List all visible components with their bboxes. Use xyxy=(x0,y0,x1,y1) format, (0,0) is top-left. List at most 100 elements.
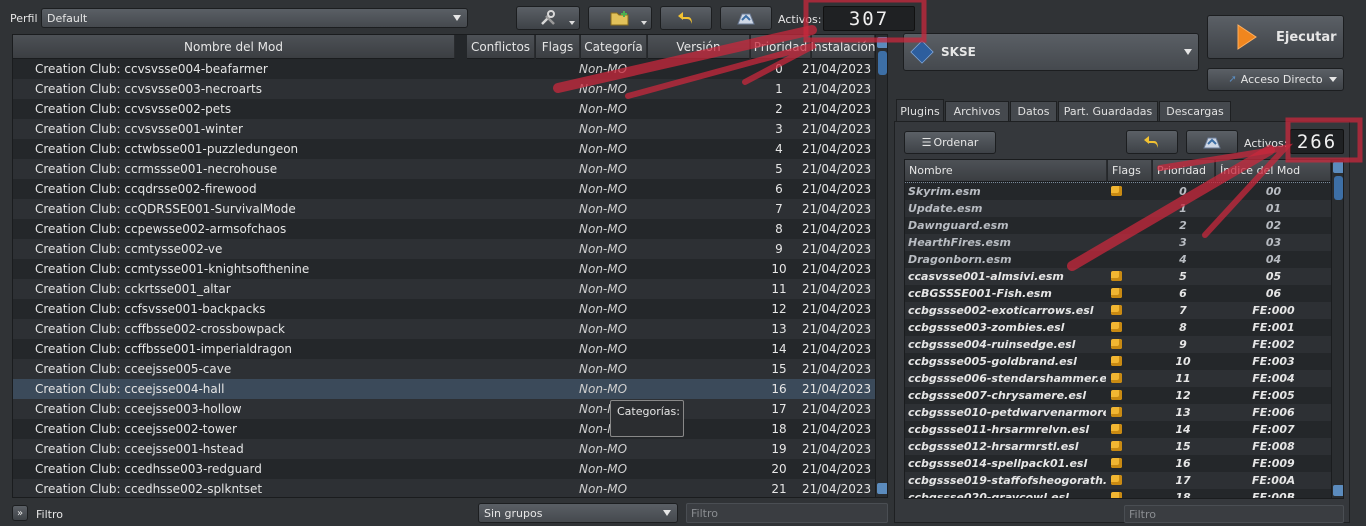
mod-row[interactable]: Creation Club: ccedhsse002-splkntset Non-… xyxy=(13,479,875,497)
mod-row[interactable]: Creation Club: ccffbsse002-crossbowpack N… xyxy=(13,319,875,339)
mod-row[interactable]: Creation Club: ccmtysse001-knightsofthen… xyxy=(13,259,875,279)
chevron-down-icon xyxy=(1184,49,1192,55)
mod-category: Non-MO xyxy=(579,482,628,496)
scroll-thumb[interactable] xyxy=(1334,176,1343,200)
mod-row[interactable]: Creation Club: ccvsvsse004-beafarmer Non-… xyxy=(13,59,875,79)
mod-row[interactable]: Creation Club: cceejsse003-hollow Non-M 17… xyxy=(13,399,875,419)
mod-row[interactable]: Creation Club: ccffbsse001-imperialdrago… xyxy=(13,339,875,359)
col-conflicts-header[interactable]: Conflictos xyxy=(467,35,535,59)
plugin-row[interactable]: ccbgssse014-spellpack01.esl 16 FE:009 xyxy=(905,455,1331,472)
mod-row[interactable]: Creation Club: ccpewsse002-armsofchaos No… xyxy=(13,219,875,239)
scroll-up-icon[interactable] xyxy=(1333,162,1343,173)
plugin-priority: 15 xyxy=(1175,440,1191,453)
plugin-row[interactable]: ccbgssse003-zombies.esl 8 FE:001 xyxy=(905,319,1331,336)
mod-filter-input[interactable]: Filtro xyxy=(686,503,888,523)
col-installation-header[interactable]: Instalación xyxy=(810,35,876,59)
mod-category: Non-MO xyxy=(579,222,628,236)
run-button[interactable]: Ejecutar xyxy=(1207,15,1344,59)
chevron-down-icon xyxy=(641,21,647,25)
mod-row[interactable]: Creation Club: cceejsse004-hall Non-MO 16 2… xyxy=(13,379,875,399)
mod-category: Non-MO xyxy=(579,82,628,96)
undo-button[interactable] xyxy=(660,6,712,30)
plugin-row[interactable]: ccbgssse006-stendarshammer.esl 11 FE:004 xyxy=(905,370,1331,387)
group-select[interactable]: Sin grupos xyxy=(478,503,678,523)
plugin-row[interactable]: ccbgssse004-ruinsedge.esl 9 FE:002 xyxy=(905,336,1331,353)
mod-row[interactable]: Creation Club: ccQDRSSE001-SurvivalMode N… xyxy=(13,199,875,219)
mod-priority: 1 xyxy=(775,82,783,96)
col-plugin-priority-header[interactable]: Prioridad xyxy=(1153,160,1215,182)
col-plugin-index-header[interactable]: Índice del Mod xyxy=(1216,160,1331,182)
mod-row[interactable]: Creation Club: cctwbsse001-puzzledungeon… xyxy=(13,139,875,159)
mod-list-scrollbar[interactable] xyxy=(875,35,887,497)
scroll-up-icon[interactable] xyxy=(877,37,887,48)
tab-plugins[interactable]: Plugins xyxy=(896,99,944,122)
sort-button[interactable]: ☰ Ordenar xyxy=(904,131,996,154)
scroll-down-icon[interactable] xyxy=(877,483,887,494)
plugin-row[interactable]: ccbgssse020-graycowl.esl 18 FE:00B xyxy=(905,489,1331,498)
plugin-name: ccbgssse007-chrysamere.esl xyxy=(908,389,1087,402)
mod-row[interactable]: Creation Club: cceejsse002-tower Non-M 18 2… xyxy=(13,419,875,439)
plugin-name: ccbgssse011-hrsarmrelvn.esl xyxy=(908,423,1090,436)
mod-installed: 21/04/2023... xyxy=(802,442,872,456)
mod-name: Creation Club: ccmtysse002-ve xyxy=(35,242,223,256)
mod-installed: 21/04/2023... xyxy=(802,222,872,236)
shortcut-button[interactable]: ➚ Acceso Directo xyxy=(1207,68,1344,91)
tab-saves[interactable]: Part. Guardadas xyxy=(1058,101,1158,121)
mod-category: Non-MO xyxy=(579,142,628,156)
plugin-list-scrollbar[interactable] xyxy=(1331,160,1343,498)
plugin-undo-button[interactable] xyxy=(1126,130,1178,154)
mod-priority: 16 xyxy=(771,382,787,396)
mod-row[interactable]: Creation Club: cckrtsse001_altar Non-MO 11… xyxy=(13,279,875,299)
plugin-priority: 0 xyxy=(1179,185,1187,198)
mod-row[interactable]: Creation Club: ccvsvsse001-winter Non-MO 3… xyxy=(13,119,875,139)
plugin-row[interactable]: ccbgssse010-petdwarvenarmore... 13 FE:006 xyxy=(905,404,1331,421)
col-priority-header[interactable]: Prioridad xyxy=(751,35,811,59)
mod-row[interactable]: Creation Club: cceejsse005-cave Non-MO 15 2… xyxy=(13,359,875,379)
scroll-down-icon[interactable] xyxy=(1333,485,1343,496)
mod-row[interactable]: Creation Club: ccedhsse003-redguard Non-M… xyxy=(13,459,875,479)
plugin-row[interactable]: Dragonborn.esm 4 04 xyxy=(905,251,1331,268)
plugin-row[interactable]: Dawnguard.esm 2 02 xyxy=(905,217,1331,234)
plugin-filter-input[interactable]: Filtro xyxy=(1124,505,1344,523)
plugin-row[interactable]: ccasvsse001-almsivi.esm 5 05 xyxy=(905,268,1331,285)
plugin-row[interactable]: ccbgssse002-exoticarrows.esl 7 FE:000 xyxy=(905,302,1331,319)
shortcut-arrow-icon: ➚ xyxy=(1228,74,1237,85)
mod-installed: 21/04/2023... xyxy=(802,462,872,476)
col-plugin-flags-header[interactable]: Flags xyxy=(1108,160,1152,182)
mod-row[interactable]: Creation Club: ccmtysse002-ve Non-MO 9 21/0… xyxy=(13,239,875,259)
expand-filter-button[interactable]: » xyxy=(12,505,28,521)
col-category-header[interactable]: Categoría xyxy=(581,35,647,59)
col-version-header[interactable]: Versión xyxy=(648,35,750,59)
plugin-row[interactable]: Skyrim.esm 0 00 xyxy=(905,182,1332,201)
mod-row[interactable]: Creation Club: ccvsvsse003-necroarts Non-… xyxy=(13,79,875,99)
plugin-row[interactable]: ccBGSSSE001-Fish.esm 6 06 xyxy=(905,285,1331,302)
col-flags-header[interactable]: Flags xyxy=(536,35,580,59)
open-folder-button[interactable] xyxy=(588,6,652,30)
plugin-row[interactable]: Update.esm 1 01 xyxy=(905,200,1331,217)
plugin-row[interactable]: ccbgssse011-hrsarmrelvn.esl 14 FE:007 xyxy=(905,421,1331,438)
profile-select[interactable]: Default xyxy=(41,8,468,28)
scroll-thumb[interactable] xyxy=(878,51,887,75)
tools-button[interactable] xyxy=(516,6,580,30)
executable-select[interactable]: SKSE xyxy=(903,33,1199,71)
mod-row[interactable]: Creation Club: ccqdrsse002-firewood Non-M… xyxy=(13,179,875,199)
plugin-row[interactable]: ccbgssse019-staffofsheogorath.esl 17 FE:00… xyxy=(905,472,1331,489)
plugin-row[interactable]: ccbgssse005-goldbrand.esl 10 FE:003 xyxy=(905,353,1331,370)
plugin-row[interactable]: ccbgssse012-hrsarmrstl.esl 15 FE:008 xyxy=(905,438,1331,455)
package-flag-icon xyxy=(1111,390,1122,400)
tab-archivos[interactable]: Archivos xyxy=(945,101,1009,121)
plugin-backup-button[interactable] xyxy=(1186,130,1238,154)
col-mod-name-header[interactable]: Nombre del Mod xyxy=(13,35,455,59)
plugin-row[interactable]: HearthFires.esm 3 03 xyxy=(905,234,1331,251)
filter-label: Filtro xyxy=(36,508,63,521)
tab-datos[interactable]: Datos xyxy=(1010,101,1057,121)
mod-row[interactable]: Creation Club: ccvsvsse002-pets Non-MO 2 21… xyxy=(13,99,875,119)
backup-button[interactable] xyxy=(720,6,772,30)
plugin-row[interactable]: ccbgssse007-chrysamere.esl 12 FE:005 xyxy=(905,387,1331,404)
mod-row[interactable]: Creation Club: ccrmssse001-necrohouse Non… xyxy=(13,159,875,179)
tab-descargas[interactable]: Descargas xyxy=(1159,101,1231,121)
col-plugin-name-header[interactable]: Nombre xyxy=(905,160,1107,182)
mod-row[interactable]: Creation Club: cceejsse001-hstead Non-MO 1… xyxy=(13,439,875,459)
mod-row[interactable]: Creation Club: ccfsvsse001-backpacks Non-… xyxy=(13,299,875,319)
mod-category: Non-MO xyxy=(579,462,628,476)
